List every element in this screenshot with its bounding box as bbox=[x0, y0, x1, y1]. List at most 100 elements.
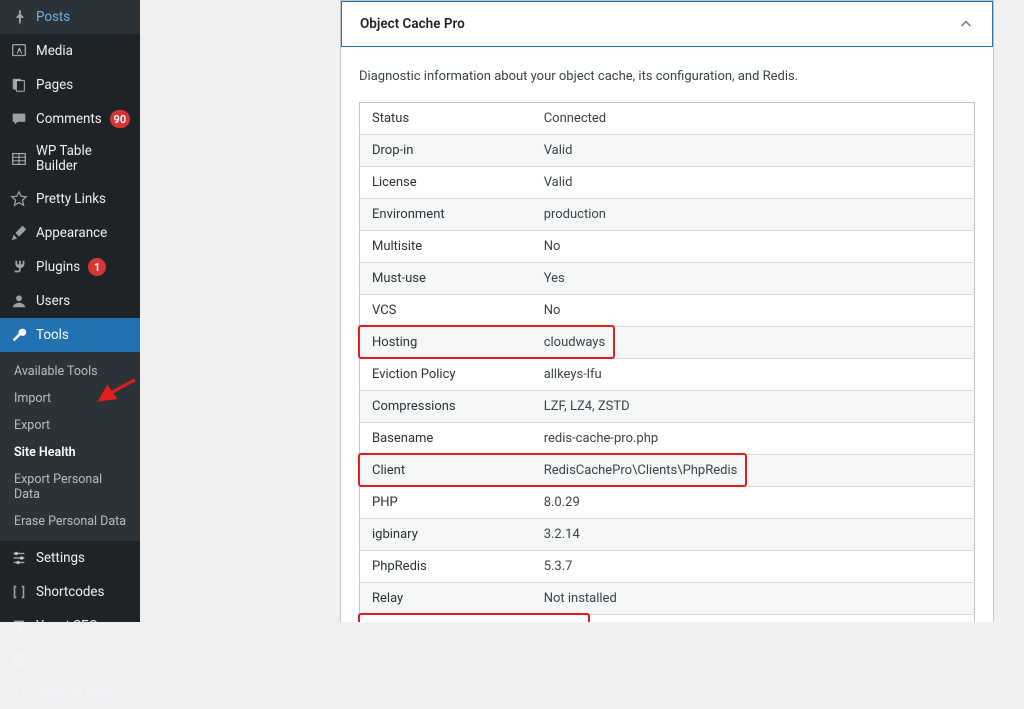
sidebar-item-shortcodes[interactable]: Shortcodes bbox=[0, 575, 140, 609]
row-value: redis-cache-pro.php bbox=[532, 423, 975, 455]
sidebar-item-comments[interactable]: Comments 90 bbox=[0, 102, 140, 136]
table-row: CompressionsLZF, LZ4, ZSTD bbox=[360, 391, 975, 423]
sidebar-item-label: Pretty Links bbox=[36, 192, 106, 207]
submenu-item-available-tools[interactable]: Available Tools bbox=[0, 358, 140, 385]
table-row: PhpRedis5.3.7 bbox=[360, 551, 975, 583]
sidebar-item-appearance[interactable]: Appearance bbox=[0, 216, 140, 250]
table-row: StatusConnected bbox=[360, 103, 975, 135]
submenu-item-export[interactable]: Export bbox=[0, 412, 140, 439]
content-area: Object Cache Pro Diagnostic information … bbox=[140, 0, 1024, 622]
table-row: Eviction Policyallkeys-lfu bbox=[360, 359, 975, 391]
row-label: Drop-in bbox=[360, 135, 532, 167]
pin-icon bbox=[10, 8, 28, 26]
row-value: 5.3.7 bbox=[532, 551, 975, 583]
sidebar-item-plugins[interactable]: Plugins1 bbox=[0, 250, 140, 284]
row-value: 3.2.14 bbox=[532, 519, 975, 551]
sidebar-item-label: GenerateBlocks bbox=[36, 653, 130, 668]
table-row: RelayNot installed bbox=[360, 583, 975, 615]
sidebar-item-label: Shortcodes bbox=[36, 585, 104, 600]
sidebar-item-pretty-links[interactable]: Pretty Links bbox=[0, 182, 140, 216]
sidebar-item-label: Users bbox=[36, 294, 70, 309]
media-icon bbox=[10, 42, 28, 60]
row-value: Yes bbox=[532, 263, 975, 295]
sidebar-item-posts[interactable]: Posts bbox=[0, 0, 140, 34]
table-row: Redis7.0.12 bbox=[360, 615, 975, 623]
table-row: VCSNo bbox=[360, 295, 975, 327]
row-label: Redis bbox=[360, 615, 532, 623]
sidebar-item-label: Plugins bbox=[36, 260, 80, 275]
table-row: igbinary3.2.14 bbox=[360, 519, 975, 551]
table-row: ClientRedisCachePro\Clients\PhpRedis bbox=[360, 455, 975, 487]
row-value: No bbox=[532, 231, 975, 263]
row-value: Valid bbox=[532, 167, 975, 199]
diagnostic-table: StatusConnectedDrop-inValidLicenseValidE… bbox=[359, 102, 975, 622]
table-row: MultisiteNo bbox=[360, 231, 975, 263]
panel-body: Diagnostic information about your object… bbox=[341, 47, 993, 622]
row-label: VCS bbox=[360, 295, 532, 327]
user-icon bbox=[10, 292, 28, 310]
sidebar-item-label: Yoast SEO bbox=[36, 619, 98, 634]
row-value: Connected bbox=[532, 103, 975, 135]
row-label: igbinary bbox=[360, 519, 532, 551]
sidebar-item-label: Comments bbox=[36, 112, 102, 127]
row-label: Environment bbox=[360, 199, 532, 231]
table-icon bbox=[10, 150, 28, 168]
sidebar-item-tools[interactable]: Tools bbox=[0, 318, 140, 352]
row-label: Status bbox=[360, 103, 532, 135]
sidebar-item-label: Media bbox=[36, 44, 73, 59]
table-row: PHP8.0.29 bbox=[360, 487, 975, 519]
yoast-icon bbox=[10, 617, 28, 635]
table-row: Environmentproduction bbox=[360, 199, 975, 231]
row-label: License bbox=[360, 167, 532, 199]
submenu-item-site-health[interactable]: Site Health bbox=[0, 439, 140, 466]
wrench-icon bbox=[10, 326, 28, 344]
submenu-item-import[interactable]: Import bbox=[0, 385, 140, 412]
collapse-menu-button[interactable]: Collapse menu bbox=[0, 677, 140, 709]
notification-badge: 90 bbox=[110, 110, 130, 128]
sidebar-item-media[interactable]: Media bbox=[0, 34, 140, 68]
brush-icon bbox=[10, 224, 28, 242]
panel-header-toggle[interactable]: Object Cache Pro bbox=[341, 1, 993, 47]
row-label: Must-use bbox=[360, 263, 532, 295]
chevron-up-icon bbox=[958, 16, 974, 32]
sidebar-item-label: Tools bbox=[36, 328, 69, 343]
row-label: PhpRedis bbox=[360, 551, 532, 583]
row-value: 8.0.29 bbox=[532, 487, 975, 519]
sidebar-item-users[interactable]: Users bbox=[0, 284, 140, 318]
table-row: Basenameredis-cache-pro.php bbox=[360, 423, 975, 455]
row-label: Multisite bbox=[360, 231, 532, 263]
star-icon bbox=[10, 190, 28, 208]
row-value: Not installed bbox=[532, 583, 975, 615]
sliders-icon bbox=[10, 549, 28, 567]
sidebar-item-label: Appearance bbox=[36, 226, 107, 241]
sidebar-item-settings[interactable]: Settings bbox=[0, 541, 140, 575]
row-label: Relay bbox=[360, 583, 532, 615]
row-value: Valid bbox=[532, 135, 975, 167]
tools-submenu: Available ToolsImportExportSite HealthEx… bbox=[0, 352, 140, 541]
plug-icon bbox=[10, 258, 28, 276]
row-value: No bbox=[532, 295, 975, 327]
collapse-icon bbox=[10, 685, 26, 701]
sidebar-item-label: Settings bbox=[36, 551, 85, 566]
sidebar-item-wp-table-builder[interactable]: WP Table Builder bbox=[0, 136, 140, 182]
table-row: Drop-inValid bbox=[360, 135, 975, 167]
comment-icon bbox=[10, 110, 28, 128]
row-value: production bbox=[532, 199, 975, 231]
panel-title: Object Cache Pro bbox=[360, 16, 465, 32]
submenu-item-export-personal-data[interactable]: Export Personal Data bbox=[0, 466, 140, 508]
health-panel: Object Cache Pro Diagnostic information … bbox=[340, 0, 994, 622]
sidebar-item-label: WP Table Builder bbox=[36, 144, 130, 174]
sidebar-item-generateblocks[interactable]: GenerateBlocks bbox=[0, 643, 140, 677]
sidebar-item-pages[interactable]: Pages bbox=[0, 68, 140, 102]
table-row: LicenseValid bbox=[360, 167, 975, 199]
row-value: cloudways bbox=[532, 327, 975, 359]
row-label: Eviction Policy bbox=[360, 359, 532, 391]
page-icon bbox=[10, 76, 28, 94]
sidebar-item-label: Pages bbox=[36, 78, 73, 93]
row-value: LZF, LZ4, ZSTD bbox=[532, 391, 975, 423]
submenu-item-erase-personal-data[interactable]: Erase Personal Data bbox=[0, 508, 140, 535]
panel-description: Diagnostic information about your object… bbox=[359, 69, 975, 84]
row-value: allkeys-lfu bbox=[532, 359, 975, 391]
sidebar-item-yoast-seo[interactable]: Yoast SEO bbox=[0, 609, 140, 643]
row-value: RedisCachePro\Clients\PhpRedis bbox=[532, 455, 975, 487]
